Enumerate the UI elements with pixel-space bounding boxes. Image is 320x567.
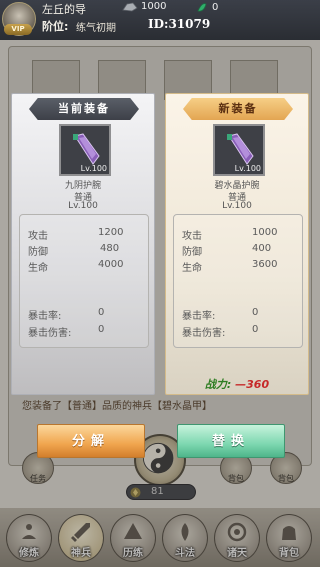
stat-attack: 攻击 1000 — [182, 227, 278, 242]
current-item-slot[interactable]: Lv.100 — [59, 124, 111, 176]
rank-label: 阶位: — [42, 20, 69, 33]
stat-hp: 生命 4000 — [28, 259, 124, 274]
stat-defense: 防御 400 — [182, 243, 272, 258]
jade-icon — [197, 3, 207, 12]
bracer-icon — [73, 133, 100, 165]
item-level-badge: Lv.100 — [80, 164, 107, 173]
current-item-level: Lv.100 — [68, 201, 98, 211]
bracer-icon — [227, 133, 254, 165]
new-item-slot[interactable]: Lv.100 — [213, 124, 265, 176]
player-name: 左丘的导 — [42, 3, 86, 16]
current-equipment-panel: 当前装备 Lv.100 九阴护腕 普通 Lv.100 攻击 1200 防御 48… — [11, 93, 155, 395]
jade-count: 0 — [212, 2, 219, 13]
current-stats-box: 攻击 1200 防御 480 生命 4000 暴击率: 0 暴击伤害: 0 — [19, 214, 149, 348]
player-id: ID:31079 — [148, 17, 211, 31]
spirit-stone-icon — [122, 2, 138, 12]
replace-button[interactable]: 替换 — [177, 424, 285, 458]
stat-defense: 防御 480 — [28, 243, 120, 258]
combat-power-label: 战力: — [204, 378, 232, 391]
stat-crit-rate: 暴击率: 0 — [182, 307, 259, 322]
stat-hp: 生命 3600 — [182, 259, 278, 274]
stat-crit-rate: 暴击率: 0 — [28, 307, 105, 322]
vip-badge: VIP — [4, 24, 32, 35]
item-level-badge: Lv.100 — [234, 164, 261, 173]
combat-power-change: 战力: —360 — [166, 376, 308, 392]
spirit-stone-count: 1000 — [141, 1, 167, 12]
new-equipment-header: 新装备 — [183, 98, 293, 120]
rank-value: 练气初期 — [76, 23, 116, 34]
new-stats-box: 攻击 1000 防御 400 生命 3600 暴击率: 0 暴击伤害: 0 — [173, 214, 303, 348]
equip-message: 您装备了【普通】品质的神兵【碧水晶甲】 — [22, 401, 212, 412]
stat-crit-damage: 暴击伤害: 0 — [182, 324, 259, 339]
new-equipment-panel: 新装备 Lv.100 碧水晶护腕 普通 Lv.100 攻击 1000 防御 40… — [165, 93, 309, 395]
top-status-bar: VIP 左丘的导 1000 0 阶位: 练气初期 ID:31079 — [0, 0, 320, 40]
new-item-level: Lv.100 — [222, 201, 252, 211]
combat-power-value: —360 — [235, 378, 270, 391]
decompose-button[interactable]: 分解 — [37, 424, 145, 458]
stat-crit-damage: 暴击伤害: 0 — [28, 324, 105, 339]
current-equipment-header: 当前装备 — [29, 98, 139, 120]
stat-attack: 攻击 1200 — [28, 227, 124, 242]
